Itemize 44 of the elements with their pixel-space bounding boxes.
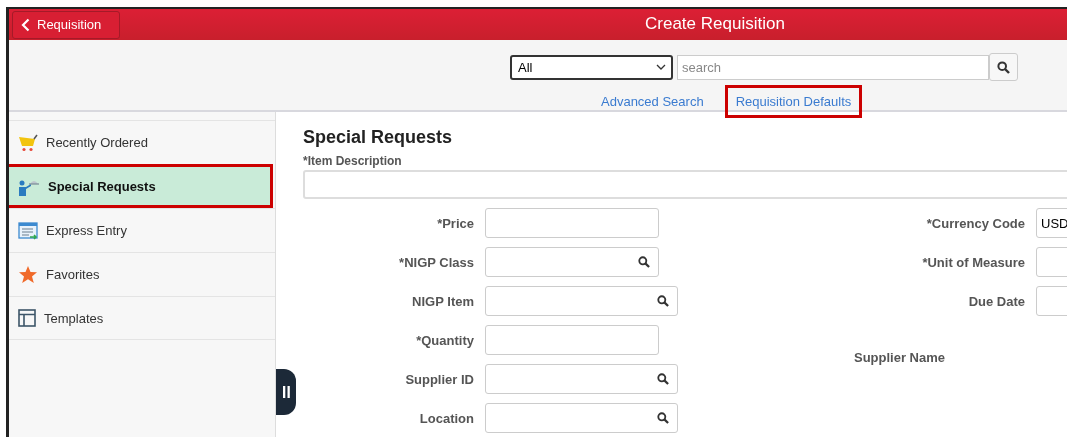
search-icon (657, 373, 669, 385)
field-label: Supplier ID (404, 371, 474, 387)
sidebar-item[interactable]: Templates (9, 296, 275, 340)
input-field[interactable] (485, 325, 659, 355)
link[interactable]: Advanced Search (590, 85, 715, 118)
search-field[interactable]: search (677, 54, 989, 80)
field-label: Location (418, 410, 474, 426)
search-button[interactable] (989, 53, 1018, 81)
scope-dropdown[interactable]: All (510, 54, 673, 80)
field-label: *NIGP Class (398, 254, 474, 270)
field-label: *Quantity (415, 332, 474, 348)
chevron-left-icon (21, 17, 30, 32)
lookup-field[interactable] (485, 247, 659, 277)
lookup-field[interactable] (485, 403, 678, 433)
star-icon (18, 265, 38, 284)
search-icon (657, 295, 669, 307)
field-label: *Unit of Measure (921, 254, 1025, 270)
pause-icon (282, 386, 290, 398)
sidebar-item[interactable]: Favorites (9, 252, 275, 296)
cart-icon (18, 133, 38, 152)
search-icon (638, 256, 650, 268)
back-button[interactable]: Requisition (12, 10, 120, 39)
input-field[interactable]: USD (1036, 208, 1067, 238)
sidebar-item[interactable]: Express Entry (9, 208, 275, 252)
field-label: Supplier Name (854, 350, 947, 365)
field-label: Due Date (967, 293, 1025, 309)
caret-icon (656, 64, 666, 70)
search-icon (997, 60, 1010, 74)
lookup-field[interactable] (485, 364, 678, 394)
field-label: *Price (436, 215, 474, 231)
lookup-field[interactable] (485, 286, 678, 316)
input-field[interactable] (485, 208, 659, 238)
page-title: Create Requisition (645, 14, 785, 34)
field-label: NIGP Item (411, 293, 474, 309)
link[interactable]: Requisition Defaults (724, 85, 863, 118)
collapse-handle[interactable] (276, 369, 296, 415)
field-label: *Item Description (303, 154, 403, 168)
description-field[interactable] (303, 170, 1067, 199)
list-window-icon (18, 221, 38, 240)
search-icon (657, 412, 669, 424)
layout-icon (18, 309, 36, 327)
sidebar-item[interactable]: Special Requests (9, 164, 273, 208)
section-title: Special Requests (303, 127, 454, 148)
field-label: *Currency Code (925, 215, 1025, 231)
